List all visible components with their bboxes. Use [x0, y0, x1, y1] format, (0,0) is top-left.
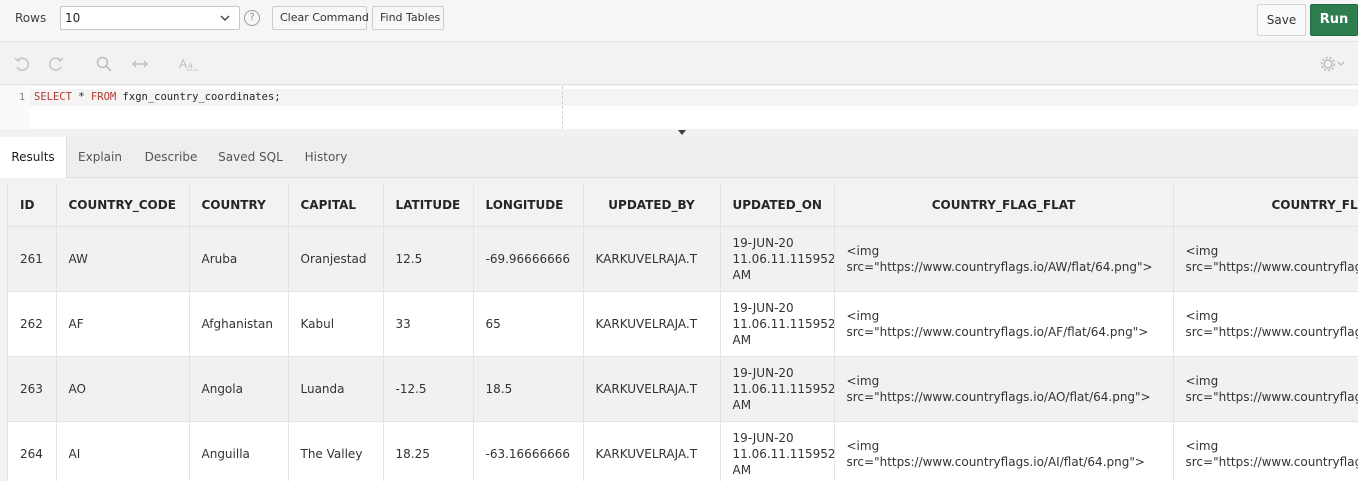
cell-id: 262: [8, 291, 57, 357]
cell-id: 263: [8, 356, 57, 422]
text-case-icon[interactable]: A a: [178, 55, 200, 73]
keyword-select: SELECT: [34, 91, 72, 103]
table-name-token: fxgn_country_coordinates;: [122, 91, 281, 103]
save-button[interactable]: Save: [1257, 4, 1306, 36]
cell-updated-on: 19-JUN-20 11.06.11.115952 AM: [720, 291, 835, 357]
column-header-id[interactable]: ID: [8, 185, 57, 227]
cell-updated-on: 19-JUN-20 11.06.11.115952 AM: [720, 421, 835, 481]
cell-country-code: AW: [56, 226, 190, 292]
cell-country-flag-shiny: <img src="https://www.countryflags.io/AW…: [1173, 226, 1358, 292]
keyword-from: FROM: [90, 91, 117, 103]
cell-id: 264: [8, 421, 57, 481]
expand-icon[interactable]: [131, 55, 149, 73]
column-header-longitude[interactable]: LONGITUDE: [473, 185, 584, 227]
line-gutter: 1: [0, 86, 30, 129]
cell-country-code: AO: [56, 356, 190, 422]
cell-country: Angola: [189, 356, 289, 422]
tab-explain[interactable]: Explain: [70, 137, 130, 178]
cell-updated-by: KARKUVELRAJA.T: [583, 226, 721, 292]
cell-longitude: -69.96666666: [473, 226, 584, 292]
cell-updated-by: KARKUVELRAJA.T: [583, 356, 721, 422]
column-header-updated-on[interactable]: UPDATED_ON: [720, 185, 835, 227]
line-number: 1: [19, 92, 26, 103]
tab-describe[interactable]: Describe: [138, 137, 204, 178]
table-row[interactable]: 261 AW Aruba Oranjestad 12.5 -69.9666666…: [8, 226, 1358, 292]
cell-latitude: 18.25: [383, 421, 474, 481]
table-row[interactable]: 263 AO Angola Luanda -12.5 18.5 KARKUVEL…: [8, 356, 1358, 422]
cell-country: Anguilla: [189, 421, 289, 481]
cell-latitude: 12.5: [383, 226, 474, 292]
column-header-updated-by[interactable]: UPDATED_BY: [583, 185, 721, 227]
cell-country-flag-flat: <img src="https://www.countryflags.io/AF…: [834, 291, 1174, 357]
results-grid[interactable]: ID COUNTRY_CODE COUNTRY CAPITAL LATITUDE…: [7, 185, 1358, 481]
cell-updated-on: 19-JUN-20 11.06.11.115952 AM: [720, 226, 835, 292]
rows-select-value: 10: [65, 11, 81, 25]
cell-longitude: -63.16666666: [473, 421, 584, 481]
cell-updated-by: KARKUVELRAJA.T: [583, 291, 721, 357]
table-row[interactable]: 264 AI Anguilla The Valley 18.25 -63.166…: [8, 421, 1358, 481]
cell-capital: Kabul: [288, 291, 384, 357]
cell-country-flag-flat: <img src="https://www.countryflags.io/AW…: [834, 226, 1174, 292]
cell-country-flag-flat: <img src="https://www.countryflags.io/AO…: [834, 356, 1174, 422]
cell-id: 261: [8, 226, 57, 292]
cell-updated-by: KARKUVELRAJA.T: [583, 421, 721, 481]
chevron-down-icon: [220, 15, 230, 21]
cell-capital: Luanda: [288, 356, 384, 422]
cell-country-flag-shiny: <img src="https://www.countryflags.io/AO…: [1173, 356, 1358, 422]
svg-text:a: a: [188, 61, 193, 70]
top-toolbar: Rows 10 ? Clear Command Find Tables Save…: [0, 0, 1358, 42]
svg-text:A: A: [179, 57, 187, 71]
cell-country-flag-shiny: <img src="https://www.countryflags.io/AF…: [1173, 291, 1358, 357]
cell-longitude: 18.5: [473, 356, 584, 422]
cell-longitude: 65: [473, 291, 584, 357]
results-table: ID COUNTRY_CODE COUNTRY CAPITAL LATITUDE…: [8, 185, 1358, 481]
cell-country-flag-shiny: <img src="https://www.countryflags.io/AI…: [1173, 421, 1358, 481]
redo-icon[interactable]: [47, 55, 65, 73]
column-header-country-flag-shiny[interactable]: COUNTRY_FLAG_SHINY: [1173, 185, 1358, 227]
run-button[interactable]: Run: [1310, 4, 1358, 36]
cell-country: Aruba: [189, 226, 289, 292]
cell-updated-on: 19-JUN-20 11.06.11.115952 AM: [720, 356, 835, 422]
find-tables-button[interactable]: Find Tables: [372, 6, 444, 30]
cell-capital: The Valley: [288, 421, 384, 481]
undo-icon[interactable]: [13, 55, 31, 73]
cell-country: Afghanistan: [189, 291, 289, 357]
cell-latitude: -12.5: [383, 356, 474, 422]
sql-statement[interactable]: SELECT * FROM fxgn_country_coordinates;: [34, 91, 281, 103]
editor-toolbar: A a: [0, 43, 1358, 85]
help-icon[interactable]: ?: [244, 10, 260, 26]
star-token: *: [78, 91, 85, 103]
column-header-latitude[interactable]: LATITUDE: [383, 185, 474, 227]
sql-editor[interactable]: 1 SELECT * FROM fxgn_country_coordinates…: [0, 86, 1358, 129]
column-header-capital[interactable]: CAPITAL: [288, 185, 384, 227]
column-header-country-flag-flat[interactable]: COUNTRY_FLAG_FLAT: [834, 185, 1174, 227]
cell-latitude: 33: [383, 291, 474, 357]
search-icon[interactable]: [95, 55, 113, 73]
rows-select[interactable]: 10: [60, 6, 240, 30]
column-header-country[interactable]: COUNTRY: [189, 185, 289, 227]
clear-command-button[interactable]: Clear Command: [272, 6, 369, 30]
cell-country-code: AF: [56, 291, 190, 357]
tab-results[interactable]: Results: [0, 137, 67, 178]
cell-capital: Oranjestad: [288, 226, 384, 292]
table-row[interactable]: 262 AF Afghanistan Kabul 33 65 KARKUVELR…: [8, 291, 1358, 357]
tab-history[interactable]: History: [297, 137, 355, 178]
column-header-country-code[interactable]: COUNTRY_CODE: [56, 185, 190, 227]
settings-icon[interactable]: [1320, 55, 1348, 73]
header-row: ID COUNTRY_CODE COUNTRY CAPITAL LATITUDE…: [8, 185, 1358, 227]
print-margin: [562, 86, 563, 129]
result-tabs: Results Explain Describe Saved SQL Histo…: [0, 137, 1358, 178]
splitter-caret-icon[interactable]: [678, 130, 686, 135]
cell-country-flag-flat: <img src="https://www.countryflags.io/AI…: [834, 421, 1174, 481]
rows-label: Rows: [15, 11, 47, 25]
tab-saved-sql[interactable]: Saved SQL: [213, 137, 288, 178]
cell-country-code: AI: [56, 421, 190, 481]
